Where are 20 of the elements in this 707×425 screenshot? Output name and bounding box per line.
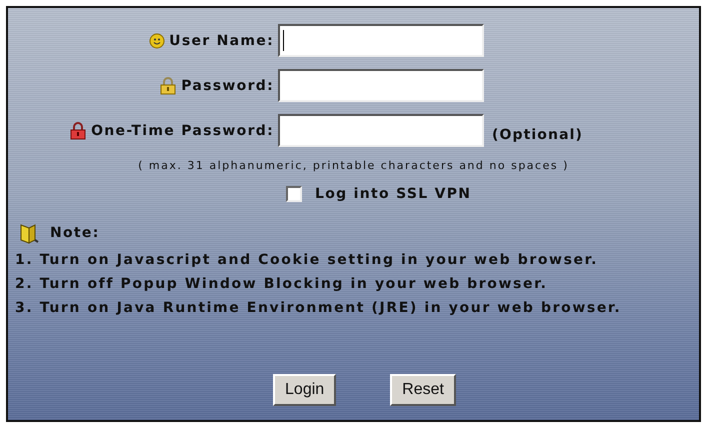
field-label: One-Time Password: <box>91 122 274 138</box>
lock-icon <box>69 122 88 140</box>
book-icon <box>18 222 40 244</box>
input-field[interactable] <box>278 24 484 57</box>
field-label: Password: <box>181 78 274 94</box>
note-item: 2. Turn off Popup Window Blocking in your web browser. <box>15 276 548 292</box>
lock-icon <box>159 76 178 94</box>
login-button[interactable]: Login <box>273 374 336 406</box>
optional-label: (Optional) <box>491 126 584 142</box>
note-item: 3. Turn on Java Runtime Environment (JRE) in your web browser. <box>15 300 622 316</box>
reset-button[interactable]: Reset <box>390 374 456 406</box>
checkbox-label: Log into SSL VPN <box>315 186 472 202</box>
note-item: 1. Turn on Javascript and Cookie setting in your web browser. <box>15 252 600 268</box>
hint-text: ( max. 31 alphanumeric, printable characters and no spaces ) <box>138 159 569 172</box>
input-field[interactable] <box>278 69 484 102</box>
note-title: Note: <box>50 225 100 241</box>
input-field[interactable] <box>278 114 484 147</box>
field-label: User Name: <box>169 32 274 48</box>
smiley-icon <box>149 32 166 48</box>
checkbox[interactable] <box>286 186 302 202</box>
